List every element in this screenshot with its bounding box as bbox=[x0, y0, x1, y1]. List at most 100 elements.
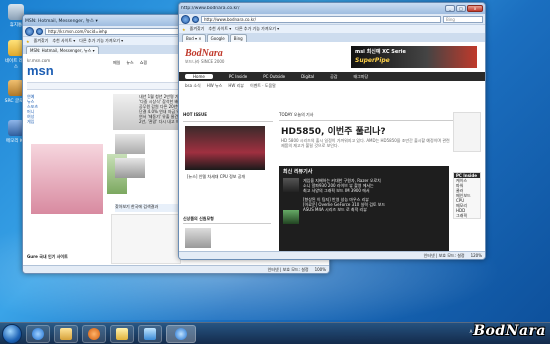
main-headline[interactable]: HD5850, 이번주 풀리나? bbox=[281, 124, 386, 137]
latest-review-box: 최신 리뷰기사 게임을 지배하는 커대한 구원자, Razer 오로치 소니 알… bbox=[279, 166, 449, 251]
nav-pc-inside[interactable]: PC Inside bbox=[229, 74, 247, 79]
pc-inside-sidebar: PC Inside 케이스 파워 쿨러 메인보드 CPU 메모리 HDD 그래픽 bbox=[453, 172, 481, 219]
desktop-icon-label: 휴지통 bbox=[9, 23, 23, 28]
favorites-bar: ★ 즐겨찾기 추천 사이트 ▾ 다른 추가 기능 가져오기 ▾ bbox=[179, 24, 485, 33]
suggested-sites-button[interactable]: 추천 사이트 ▾ bbox=[52, 38, 75, 44]
minimize-button[interactable]: _ bbox=[445, 5, 455, 12]
tab-msn[interactable]: MSN: Hotmail, Messenger, 뉴스 ▾ bbox=[26, 46, 99, 54]
address-bar-row: http://www.bodnara.co.kr/ Bing bbox=[179, 14, 485, 24]
subnav-item[interactable]: 이벤트 · 도움말 bbox=[250, 83, 276, 88]
back-icon[interactable] bbox=[181, 14, 190, 24]
sidebar-item[interactable]: 게임 bbox=[27, 119, 67, 124]
tab-bing[interactable]: Bing bbox=[229, 34, 247, 42]
taskbar-ie-active[interactable] bbox=[166, 324, 196, 343]
address-input[interactable]: http://www.bodnara.co.kr/ bbox=[201, 15, 441, 23]
search-input[interactable]: Bing bbox=[443, 15, 483, 23]
get-addons-button[interactable]: 다른 추가 기능 가져오기 ▾ bbox=[79, 38, 123, 44]
hot-issue-image[interactable] bbox=[185, 126, 265, 170]
nav-digital[interactable]: Digital bbox=[301, 74, 314, 79]
nav-pc-outside[interactable]: PC Outside bbox=[263, 74, 285, 79]
favorites-star-icon[interactable]: ★ bbox=[182, 27, 186, 32]
menu-mail[interactable]: 메일 bbox=[113, 60, 120, 65]
taskbar-media[interactable] bbox=[82, 324, 106, 343]
msn-header: kr.msn.com msn bbox=[27, 58, 177, 84]
page-content: BodNara 보드나라 SINCE 2000 msi 최신예 XC Serie… bbox=[179, 42, 485, 251]
promo-text: 찾아보기 한국에 검색결과 bbox=[115, 204, 159, 209]
title-bar[interactable]: http://www.bodnara.co.kr/ _ □ x bbox=[179, 3, 485, 14]
tray-language[interactable]: A bbox=[470, 329, 473, 334]
ad-box[interactable] bbox=[111, 214, 181, 264]
msi-banner[interactable]: msi 최신예 XC Serie SuperPipe bbox=[351, 46, 477, 68]
site-subnav: bsa 소식 HW 뉴스 HW 리뷰 이벤트 · 도움말 bbox=[185, 83, 276, 88]
nav-tag[interactable]: 태그마당 bbox=[354, 74, 369, 79]
nav-home[interactable]: Home bbox=[185, 74, 213, 79]
subnav-item[interactable]: HW 리뷰 bbox=[228, 83, 244, 88]
start-button[interactable] bbox=[2, 323, 22, 344]
sidebar-item[interactable]: 그래픽 bbox=[454, 213, 480, 218]
zoom-level[interactable]: 100% bbox=[315, 266, 326, 273]
window-title: http://www.bodnara.co.kr/ bbox=[181, 6, 240, 11]
review-list: 게임을 지배하는 커대한 구원자, Razer 오로치 소니 알파930 200… bbox=[303, 178, 443, 212]
review-link[interactable]: ASUS M4A 시리즈 보드 로 최적 리뷰 bbox=[303, 207, 443, 212]
forward-icon[interactable] bbox=[36, 27, 43, 35]
favorites-button[interactable]: 즐겨찾기 bbox=[190, 26, 205, 32]
subnav-item[interactable]: bsa 소식 bbox=[185, 83, 201, 88]
tab-strip: Bod ▾ × Google Bing bbox=[179, 33, 485, 42]
side-box-title: 신상품의 신원모형 bbox=[183, 216, 214, 221]
zoom-level[interactable]: 120% bbox=[471, 252, 482, 259]
taskbar-folder[interactable] bbox=[110, 324, 134, 343]
status-bar: 인터넷 | 보호 모드: 설정 120% bbox=[179, 251, 485, 259]
feature-thumb-image[interactable] bbox=[115, 158, 145, 178]
msn-sidebar: 연예 뉴스 스포츠 머니 여성 게임 bbox=[27, 94, 67, 124]
media-player-icon bbox=[88, 327, 100, 340]
favorites-star-icon[interactable]: ★ bbox=[26, 39, 30, 44]
today-header: TODAY 오늘의 기사 bbox=[279, 112, 469, 121]
get-addons-button[interactable]: 다른 추가 기능 가져오기 ▾ bbox=[235, 26, 279, 32]
review-header: 최신 리뷰기사 bbox=[283, 169, 313, 175]
headline-body: HD 5800 시리즈의 출시 일정이 가까워지고 있다. AMD는 HD585… bbox=[281, 138, 450, 148]
taskbar-paint[interactable] bbox=[138, 324, 162, 343]
taskbar: A 가 bbox=[0, 322, 550, 344]
bodnara-watermark: BodNara bbox=[473, 323, 546, 339]
msn-top-menu: 메일 뉴스 쇼핑 bbox=[113, 60, 147, 65]
review-link[interactable]: 최고 사양의 그래픽 보드 IM 3900 에서 bbox=[303, 188, 443, 193]
review-thumb-image[interactable] bbox=[283, 178, 299, 192]
ie-icon bbox=[32, 327, 44, 340]
msn-logo: msn bbox=[27, 63, 54, 78]
tab-google[interactable]: Google bbox=[206, 34, 229, 42]
subnav-item[interactable]: HW 뉴스 bbox=[207, 83, 223, 88]
bodnara-tagline: 보드나라 SINCE 2000 bbox=[185, 59, 225, 64]
site-nav: Home PC Inside PC Outside Digital 공감 태그마… bbox=[179, 72, 485, 81]
review-thumb-image[interactable] bbox=[283, 210, 299, 224]
menu-news[interactable]: 뉴스 bbox=[126, 60, 133, 65]
ie-icon bbox=[175, 327, 187, 340]
status-text: 인터넷 | 보호 모드: 설정 bbox=[423, 253, 465, 258]
folder-icon bbox=[60, 327, 72, 340]
today-label: TODAY 오늘의 기사 bbox=[279, 112, 314, 117]
favorites-button[interactable]: 즐겨찾기 bbox=[34, 38, 49, 44]
nav-gonggam[interactable]: 공감 bbox=[330, 74, 337, 79]
suggested-sites-button[interactable]: 추천 사이트 ▾ bbox=[208, 26, 231, 32]
bodnara-logo[interactable]: BodNara bbox=[185, 48, 224, 59]
status-text: 인터넷 | 보호 모드: 설정 bbox=[267, 267, 309, 272]
close-button[interactable]: x bbox=[467, 5, 483, 12]
forward-icon[interactable] bbox=[192, 15, 199, 23]
side-box-image[interactable] bbox=[185, 228, 211, 248]
hot-issue-caption[interactable]: [뉴스] 인텔 차세대 CPU 정보 공개 bbox=[187, 174, 267, 179]
bodnara-header: BodNara 보드나라 SINCE 2000 bbox=[185, 48, 224, 64]
back-icon[interactable] bbox=[25, 26, 34, 36]
hot-issue-header: HOT ISSUE bbox=[183, 112, 273, 122]
folder-icon bbox=[116, 327, 128, 340]
footer-label: Gure 국내 인기 사이트 bbox=[27, 254, 68, 259]
menu-shop[interactable]: 쇼핑 bbox=[140, 60, 147, 65]
right-promo-box[interactable] bbox=[453, 112, 481, 152]
paint-icon bbox=[144, 327, 156, 340]
maximize-button[interactable]: □ bbox=[456, 5, 466, 12]
taskbar-ie[interactable] bbox=[26, 324, 50, 343]
taskbar-explorer[interactable] bbox=[54, 324, 78, 343]
feature-thumb-image[interactable] bbox=[115, 134, 145, 154]
banner-sub: SuperPipe bbox=[355, 57, 390, 64]
browser-window-bodnara[interactable]: http://www.bodnara.co.kr/ _ □ x http://w… bbox=[178, 2, 486, 260]
tab-bodnara[interactable]: Bod ▾ × bbox=[182, 34, 206, 42]
news-photo-image[interactable] bbox=[31, 144, 103, 214]
